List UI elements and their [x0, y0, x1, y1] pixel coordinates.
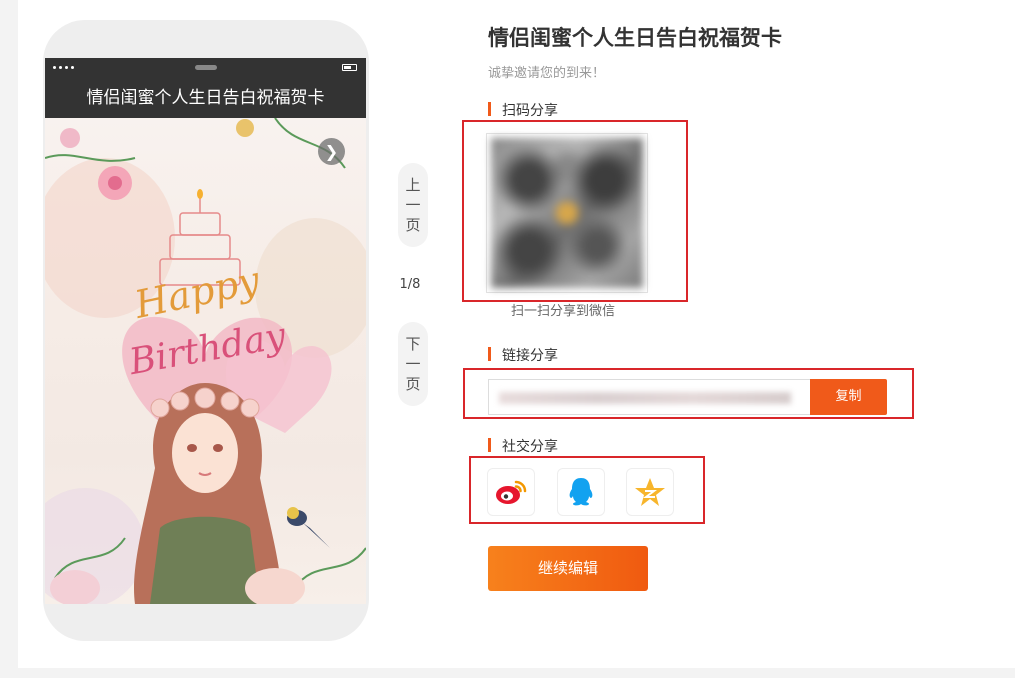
card-next-arrow-button[interactable]: ❯ [318, 138, 345, 165]
qr-code [486, 133, 648, 293]
link-share-label: 链接分享 [488, 345, 558, 365]
qq-share-button[interactable] [557, 468, 605, 516]
weibo-share-button[interactable] [487, 468, 535, 516]
qzone-icon [635, 478, 665, 506]
qr-share-label: 扫码分享 [488, 100, 558, 120]
continue-edit-button[interactable]: 继续编辑 [488, 546, 648, 591]
card-illustration: Happy Birthday [45, 118, 366, 604]
weibo-icon [496, 480, 527, 504]
page-title: 情侣闺蜜个人生日告白祝福贺卡 [488, 26, 782, 50]
prev-page-char: 上 [405, 176, 421, 194]
phone-header-title: 情侣闺蜜个人生日告白祝福贺卡 [45, 78, 366, 118]
battery-icon [342, 64, 357, 71]
page-subtitle: 诚挚邀请您的到来！ [488, 66, 606, 81]
card-preview[interactable]: Happy Birthday [45, 118, 366, 604]
next-page-char: 一 [405, 355, 421, 373]
share-link-value [499, 392, 791, 404]
phone-status-bar [45, 58, 366, 78]
next-page-char: 页 [405, 375, 421, 393]
signal-dots-icon [53, 66, 74, 69]
qr-code-image [491, 138, 643, 288]
prev-page-char: 一 [405, 196, 421, 214]
copy-link-button[interactable]: 复制 [810, 379, 887, 415]
page-counter: 1/8 [399, 277, 421, 292]
qq-icon [569, 478, 593, 506]
speaker-icon [195, 65, 217, 70]
next-page-button[interactable]: 下 一 页 [398, 322, 428, 406]
prev-page-button[interactable]: 上 一 页 [398, 163, 428, 247]
qr-caption: 扫一扫分享到微信 [511, 304, 616, 319]
share-link-field[interactable] [488, 379, 810, 415]
prev-page-char: 页 [405, 216, 421, 234]
social-share-label: 社交分享 [488, 436, 558, 456]
next-page-char: 下 [405, 335, 421, 353]
qzone-share-button[interactable] [626, 468, 674, 516]
